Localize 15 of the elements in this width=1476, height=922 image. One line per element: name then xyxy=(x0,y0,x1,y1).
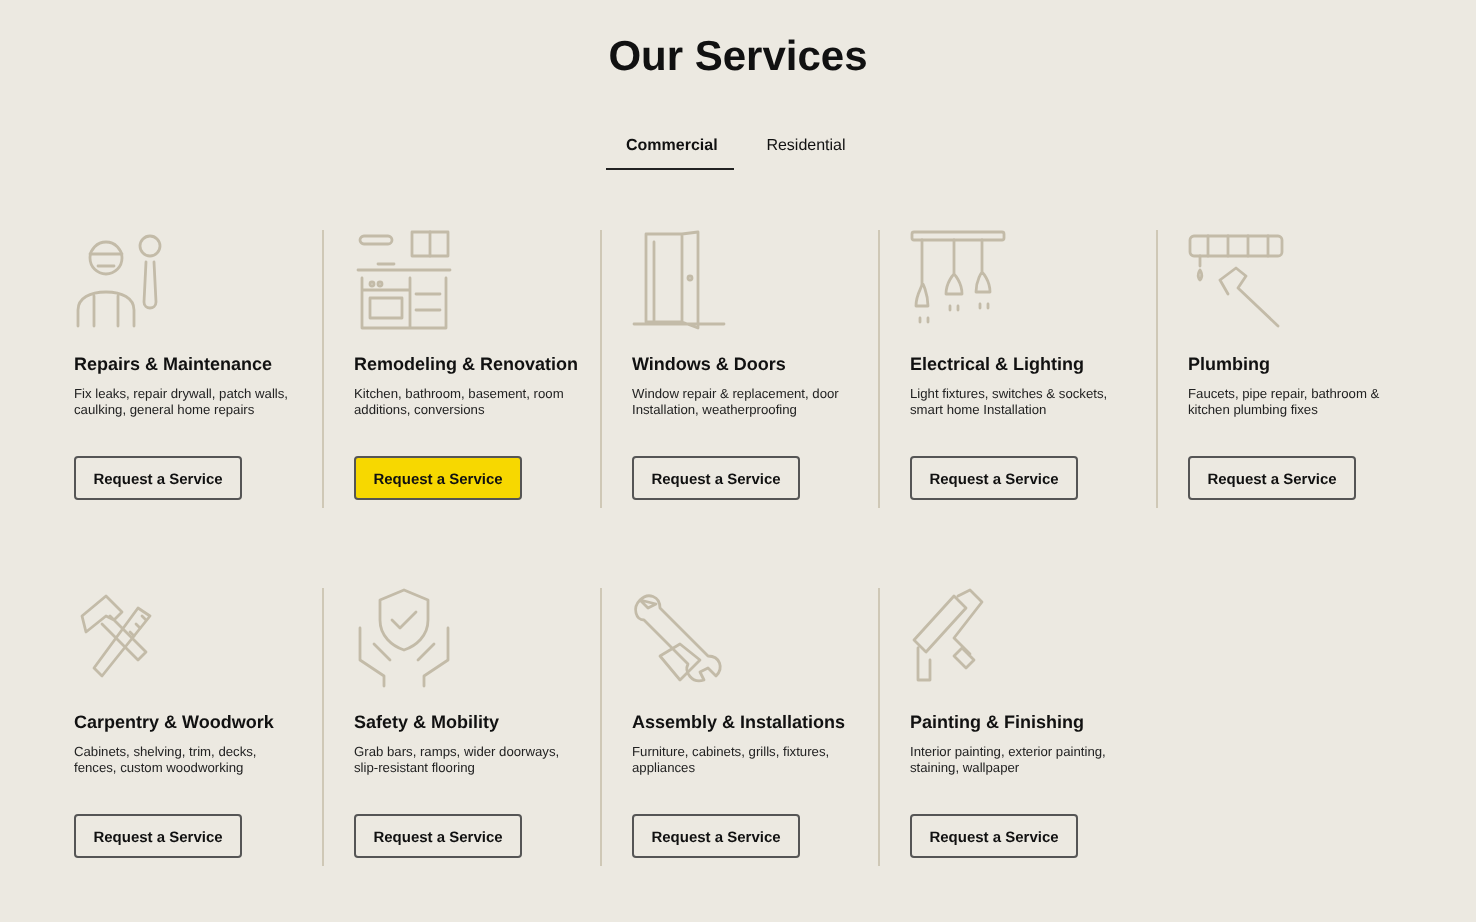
kitchen-icon xyxy=(354,230,454,330)
service-title: Windows & Doors xyxy=(632,354,788,374)
service-title: Plumbing xyxy=(1188,354,1272,374)
service-title: Safety & Mobility xyxy=(354,712,502,732)
category-tab[interactable]: Residential xyxy=(742,136,870,170)
pipe-wrench-icon xyxy=(1188,230,1288,330)
service-title: Carpentry & Woodwork xyxy=(74,712,276,732)
category-tab[interactable]: Commercial xyxy=(606,136,734,170)
service-title: Electrical & Lighting xyxy=(910,354,1087,374)
shield-hands-icon xyxy=(354,588,454,688)
service-title: Repairs & Maintenance xyxy=(74,354,275,374)
page-title: Our Services xyxy=(608,32,868,84)
service-title: Painting & Finishing xyxy=(910,712,1086,732)
service-title: Remodeling & Renovation xyxy=(354,354,581,374)
service-title: Assembly & Installations xyxy=(632,712,848,732)
